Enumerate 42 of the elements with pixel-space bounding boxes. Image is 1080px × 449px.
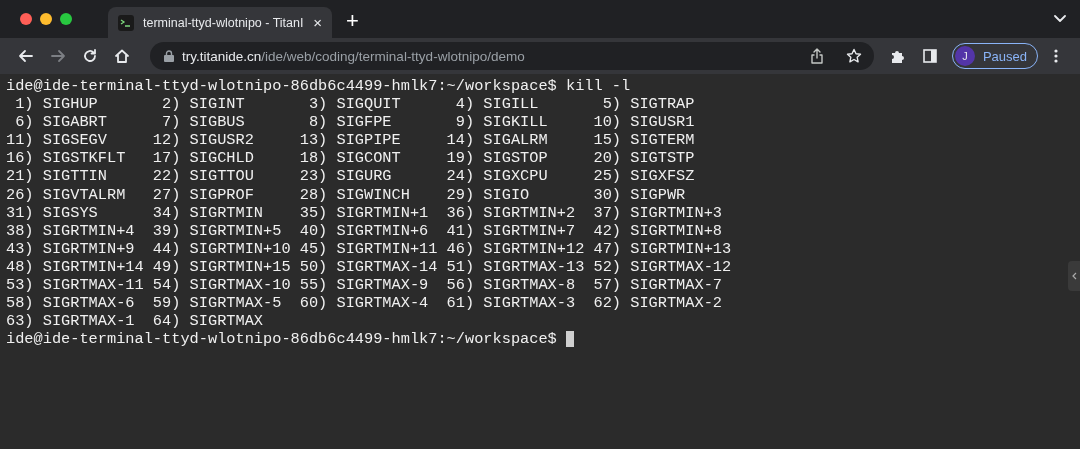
terminal-line: 1) SIGHUP 2) SIGINT 3) SIGQUIT 4) SIGILL 5) SIGTRAP [14, 95, 695, 114]
terminal-line: 6) SIGABRT 7) SIGBUS 8) SIGFPE 9) SIGKILL 10) SIGUSR1 [14, 113, 695, 132]
back-arrow-icon[interactable] [18, 48, 34, 64]
home-icon[interactable] [114, 48, 130, 64]
close-tab-button[interactable]: × [313, 15, 322, 30]
terminal-line: 26) SIGVTALRM 27) SIGPROF 28) SIGWINCH 29) SIGIO 30) SIGPWR [6, 185, 686, 204]
chevron-down-icon[interactable] [1054, 15, 1066, 23]
lock-icon [164, 50, 174, 62]
forward-arrow-icon[interactable] [50, 48, 66, 64]
side-handle[interactable] [1068, 261, 1080, 291]
terminal-icon [118, 14, 134, 31]
terminal-line: 53) SIGRTMAX-11 54) SIGRTMAX-10 55) SIGRTMAX-9 56) SIGRTMAX-8 57) SIGRTMAX-7 [6, 276, 722, 295]
terminal-line: 63) SIGRTMAX-1 64) SIGRTMAX [6, 312, 264, 331]
terminal-line: 21) SIGTTIN 22) SIGTTOU 23) SIGURG 24) SIGXCPU 25) SIGXFSZ [6, 167, 695, 186]
close-window-button[interactable] [20, 13, 32, 25]
terminal-line: ide@ide-terminal-ttyd-wlotnipo-86db6c4499-hmlk7:~/workspace$ kill -l [6, 77, 631, 96]
terminal-line: 43) SIGRTMIN+9 44) SIGRTMIN+10 45) SIGRTMIN+11 46) SIGRTMIN+12 47) SIGRTMIN+13 [6, 239, 732, 258]
side-panel-icon[interactable] [921, 48, 938, 64]
address-bar[interactable]: try.titanide.cn/ide/web/coding/terminal-ttyd-wlotnipo/demo [150, 42, 874, 70]
terminal-line: 16) SIGSTKFLT 17) SIGCHLD 18) SIGCONT 19) SIGSTOP 20) SIGTSTP [6, 149, 695, 168]
terminal-line: 31) SIGSYS 34) SIGRTMIN 35) SIGRTMIN+1 36) SIGRTMIN+2 37) SIGRTMIN+3 [6, 203, 722, 222]
avatar: J [954, 46, 975, 66]
terminal-line: 38) SIGRTMIN+4 39) SIGRTMIN+5 40) SIGRTMIN+6 41) SIGRTMIN+7 42) SIGRTMIN+8 [6, 221, 722, 240]
puzzle-piece-icon[interactable] [889, 48, 906, 64]
terminal-line: 58) SIGRTMAX-6 59) SIGRTMAX-5 60) SIGRTMAX-4 61) SIGRTMAX-3 62) SIGRTMAX-2 [6, 294, 722, 313]
tab-title: terminal-ttyd-wlotnipo - TitanI [143, 15, 305, 30]
reload-icon[interactable] [82, 48, 98, 64]
profile-button[interactable]: J Paused [951, 43, 1038, 69]
star-icon[interactable] [845, 48, 862, 64]
cursor [565, 331, 574, 348]
url-text: try.titanide.cn/ide/web/coding/terminal-ttyd-wlotnipo/demo [182, 48, 526, 64]
chevron-left-icon[interactable] [1071, 272, 1077, 280]
minimize-window-button[interactable] [40, 13, 52, 25]
terminal-prompt: ide@ide-terminal-ttyd-wlotnipo-86db6c4499-hmlk7:~/workspace$ [6, 330, 557, 349]
terminal-line: 11) SIGSEGV 12) SIGUSR2 13) SIGPIPE 14) SIGALRM 15) SIGTERM [6, 131, 695, 150]
new-tab-button[interactable]: + [346, 10, 359, 32]
profile-status: Paused [982, 48, 1027, 64]
terminal-line: 48) SIGRTMIN+14 49) SIGRTMIN+15 50) SIGRTMAX-14 51) SIGRTMAX-13 52) SIGRTMAX-12 [6, 257, 732, 277]
zoom-window-button[interactable] [60, 13, 72, 25]
share-icon[interactable] [809, 48, 824, 64]
browser-tab[interactable]: terminal-ttyd-wlotnipo - TitanI × [108, 7, 332, 38]
menu-icon[interactable] [1054, 48, 1058, 64]
